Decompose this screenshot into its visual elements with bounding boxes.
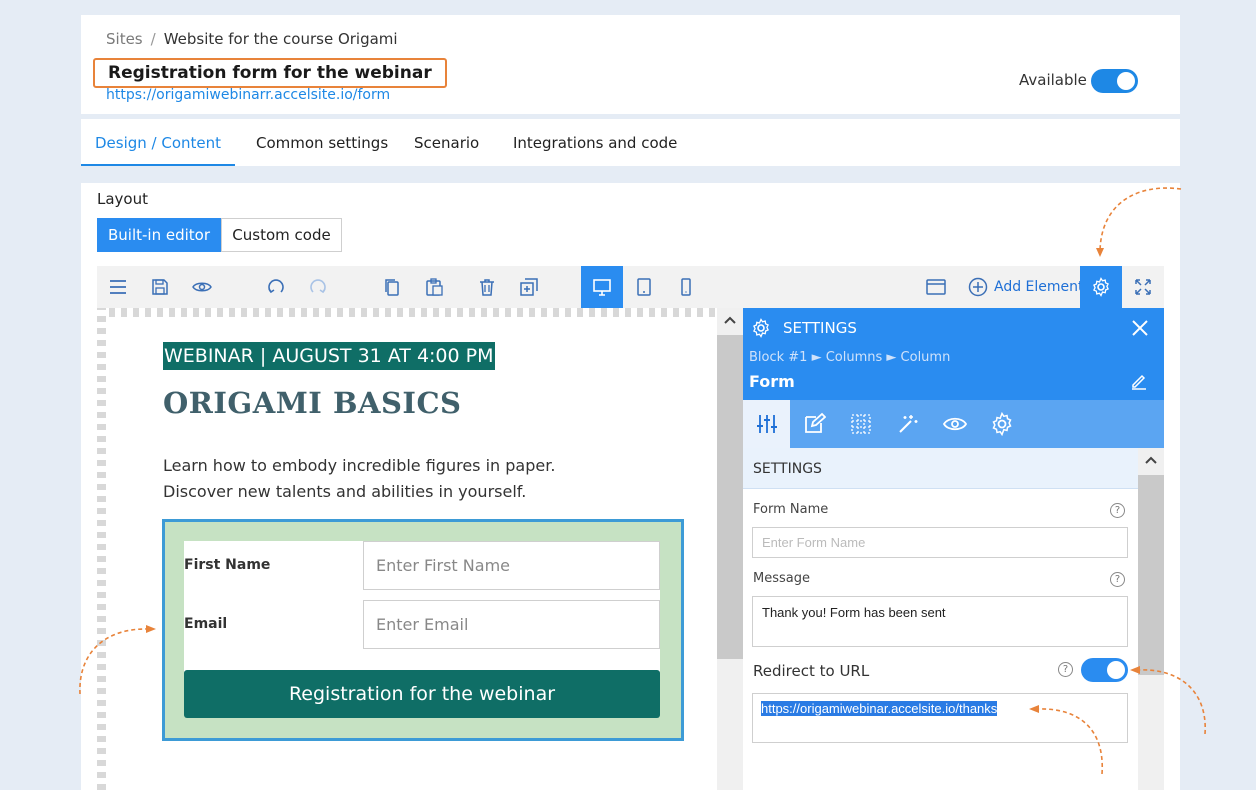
editor-card: Layout Built-in editor Custom code Add E… bbox=[81, 183, 1180, 790]
settings-panel-tabs bbox=[743, 400, 1164, 448]
element-title: Form bbox=[749, 372, 795, 391]
registration-submit-button[interactable]: Registration for the webinar bbox=[184, 670, 660, 718]
effects-tab[interactable] bbox=[884, 400, 931, 448]
settings-section-title: SETTINGS bbox=[753, 461, 822, 477]
form-name-input[interactable]: Enter Form Name bbox=[752, 527, 1128, 558]
form-name-label: Form Name bbox=[753, 502, 829, 517]
page-title: Registration form for the webinar bbox=[93, 58, 447, 88]
message-textarea[interactable]: Thank you! Form has been sent bbox=[752, 596, 1128, 647]
canvas-border-left bbox=[97, 308, 106, 790]
settings-section-header: SETTINGS bbox=[743, 448, 1138, 489]
editor-toolbar: Add Element bbox=[97, 266, 1164, 308]
paste-icon[interactable] bbox=[413, 266, 455, 308]
editor-canvas[interactable]: WEBINAR | AUGUST 31 AT 4:00 PM ORIGAMI B… bbox=[97, 308, 743, 790]
fullscreen-icon[interactable] bbox=[1122, 266, 1164, 308]
tablet-view-icon[interactable] bbox=[623, 266, 665, 308]
desktop-view-icon[interactable] bbox=[581, 266, 623, 308]
edit-icon bbox=[804, 412, 826, 433]
delete-icon[interactable] bbox=[466, 266, 508, 308]
builtin-editor-button[interactable]: Built-in editor bbox=[97, 218, 221, 252]
save-icon[interactable] bbox=[139, 266, 181, 308]
header-card: Sites / Website for the course Origami Reg… bbox=[81, 15, 1180, 114]
tab-design-content[interactable]: Design / Content bbox=[81, 119, 235, 166]
settings-gear-icon bbox=[753, 318, 769, 338]
element-path-breadcrumb[interactable]: Block #1 ► Columns ► Column bbox=[749, 350, 950, 365]
settings-panel-title: SETTINGS bbox=[783, 319, 857, 337]
breadcrumb: Sites / Website for the course Origami bbox=[106, 30, 398, 48]
chevron-up-icon[interactable] bbox=[722, 312, 738, 328]
message-help-icon[interactable]: ? bbox=[1110, 572, 1125, 587]
breadcrumb-sites-link[interactable]: Sites bbox=[106, 30, 143, 48]
undo-icon[interactable] bbox=[255, 266, 297, 308]
registration-form-block[interactable]: First Name Enter First Name Email Enter … bbox=[162, 519, 684, 741]
annotation-arrow-to-gear bbox=[1096, 187, 1182, 257]
duplicate-icon[interactable] bbox=[508, 266, 550, 308]
available-toggle[interactable] bbox=[1091, 69, 1138, 93]
magic-wand-icon bbox=[898, 415, 917, 433]
chevron-up-icon[interactable] bbox=[1143, 452, 1159, 468]
close-icon[interactable] bbox=[1131, 319, 1149, 337]
message-label: Message bbox=[753, 571, 810, 586]
breadcrumb-separator: / bbox=[150, 30, 156, 48]
canvas-border-top bbox=[97, 308, 717, 317]
tab-scenario[interactable]: Scenario bbox=[414, 119, 479, 166]
visibility-tab[interactable] bbox=[931, 400, 978, 448]
mobile-view-icon[interactable] bbox=[665, 266, 707, 308]
layout-label: Layout bbox=[97, 190, 148, 208]
form-fields-area: First Name Enter First Name Email Enter … bbox=[184, 541, 660, 672]
landing-heading[interactable]: ORIGAMI BASICS bbox=[163, 386, 462, 420]
annotation-arrow-to-redirect-url bbox=[1029, 705, 1103, 775]
redo-icon[interactable] bbox=[297, 266, 339, 308]
tabs-bar: Design / Content Common settings Scenari… bbox=[81, 119, 1180, 166]
custom-code-button[interactable]: Custom code bbox=[221, 218, 342, 252]
plus-circle-icon bbox=[968, 277, 988, 297]
redirect-url-selected-text: https://origamiwebinar.accelsite.io/than… bbox=[761, 701, 998, 716]
breadcrumb-current: Website for the course Origami bbox=[163, 30, 398, 48]
sliders-tab[interactable] bbox=[743, 400, 790, 448]
settings-panel-header: SETTINGS Block #1 ► Columns ► Column For… bbox=[743, 308, 1164, 400]
redirect-toggle[interactable] bbox=[1081, 658, 1128, 682]
advanced-settings-tab[interactable] bbox=[978, 400, 1025, 448]
copy-icon[interactable] bbox=[371, 266, 413, 308]
add-element-button[interactable]: Add Element bbox=[968, 266, 1084, 308]
redirect-to-url-label: Redirect to URL bbox=[753, 662, 870, 680]
settings-scrollbar-thumb[interactable] bbox=[1138, 475, 1164, 675]
preview-icon[interactable] bbox=[181, 266, 223, 308]
grid-tab[interactable] bbox=[837, 400, 884, 448]
annotation-arrow-to-form bbox=[79, 625, 156, 695]
gear-icon bbox=[991, 412, 1012, 436]
redirect-help-icon[interactable]: ? bbox=[1058, 662, 1073, 677]
tab-integrations-code[interactable]: Integrations and code bbox=[513, 119, 677, 166]
description-line-1[interactable]: Learn how to embody incredible figures i… bbox=[163, 456, 555, 475]
toggle-knob bbox=[1107, 661, 1125, 679]
site-url-link[interactable]: https://origamiwebinarr.accelsite.io/for… bbox=[106, 87, 390, 103]
add-element-label: Add Element bbox=[994, 279, 1084, 295]
eye-icon bbox=[942, 417, 967, 431]
available-label: Available bbox=[1019, 71, 1087, 89]
browser-window-icon[interactable] bbox=[915, 266, 957, 308]
toggle-knob bbox=[1117, 72, 1135, 90]
first-name-input[interactable]: Enter First Name bbox=[363, 541, 660, 590]
menu-icon[interactable] bbox=[97, 266, 139, 308]
canvas-scrollbar[interactable] bbox=[717, 308, 743, 790]
sliders-icon bbox=[756, 415, 777, 433]
email-label: Email bbox=[184, 616, 228, 632]
form-name-help-icon[interactable]: ? bbox=[1110, 503, 1125, 518]
canvas-scrollbar-thumb[interactable] bbox=[717, 335, 743, 659]
webinar-date-tag[interactable]: WEBINAR | AUGUST 31 AT 4:00 PM bbox=[163, 342, 495, 370]
grid-icon bbox=[850, 414, 871, 434]
annotation-arrow-to-redirect-toggle bbox=[1130, 666, 1206, 735]
email-input[interactable]: Enter Email bbox=[363, 600, 660, 649]
tab-common-settings[interactable]: Common settings bbox=[256, 119, 388, 166]
edit-tab[interactable] bbox=[790, 400, 837, 448]
pencil-icon[interactable] bbox=[1130, 372, 1148, 390]
gear-icon[interactable] bbox=[1080, 266, 1122, 308]
description-line-2[interactable]: Discover new talents and abilities in yo… bbox=[163, 482, 526, 501]
first-name-label: First Name bbox=[184, 557, 271, 573]
